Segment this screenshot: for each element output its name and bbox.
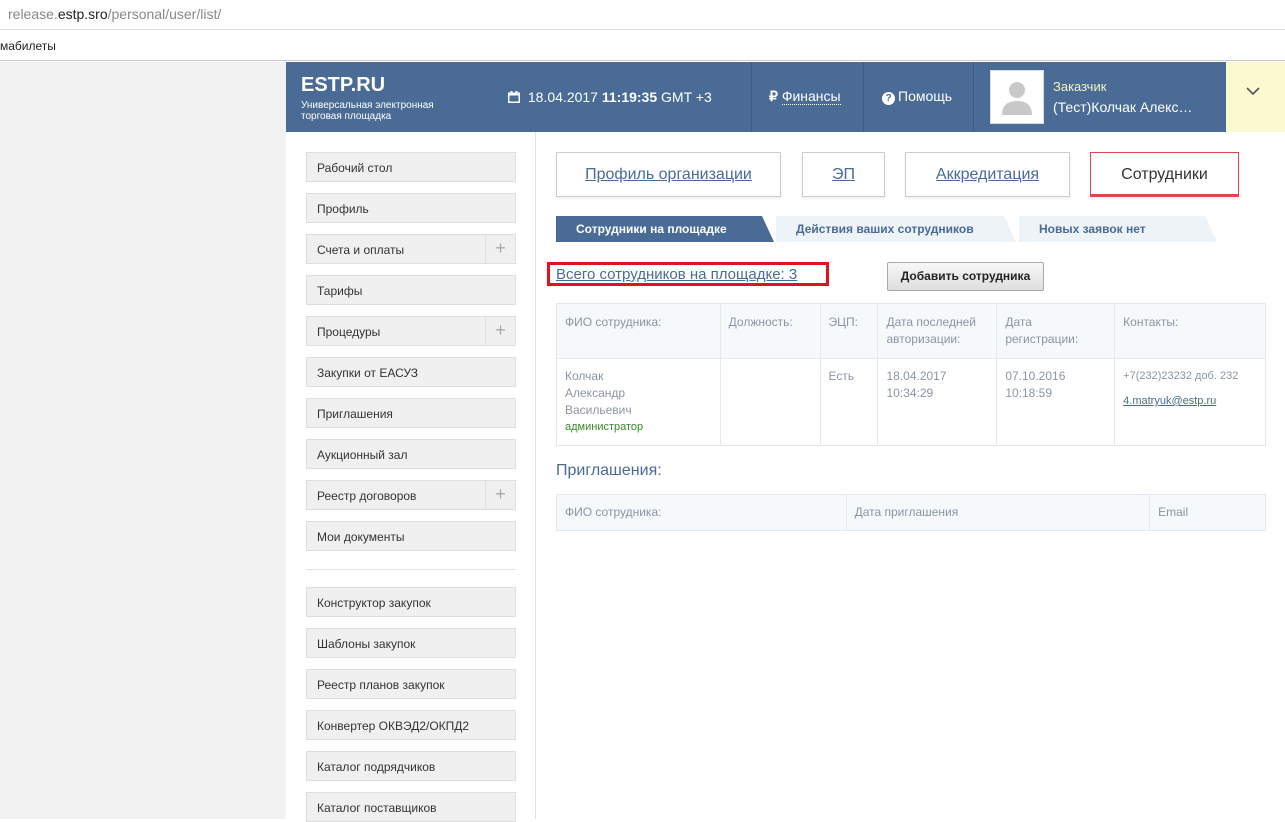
col-position: Должность: (719, 303, 821, 359)
url-text: release.estp.sro/personal/user/list/ (8, 6, 222, 22)
sidebar-item-suppliers-catalog[interactable]: Каталог поставщиков (306, 792, 516, 822)
table-row[interactable]: Колчак Александр Васильевич администрато… (556, 358, 1266, 446)
logo-title: ESTP.RU (301, 74, 386, 96)
expand-icon[interactable]: + (485, 235, 515, 263)
col-employee-name: ФИО сотрудника: (556, 494, 847, 531)
expand-icon[interactable]: + (485, 481, 515, 509)
sidebar-item-invitations[interactable]: Приглашения (306, 398, 516, 428)
site-logo[interactable]: ESTP.RU Универсальная электронная торгов… (301, 74, 461, 122)
tab-accreditation[interactable]: Аккредитация (905, 152, 1070, 197)
col-reg-date: Дата регистрации: (996, 303, 1116, 359)
sidebar-item-okved-converter[interactable]: Конвертер ОКВЭД2/ОКПД2 (306, 710, 516, 740)
employee-count-link[interactable]: Всего сотрудников на площадке: 3 (556, 266, 797, 283)
sidebar-item-auction-hall[interactable]: Аукционный зал (306, 439, 516, 469)
subtab-employees-on-platform[interactable]: Сотрудники на площадке (556, 216, 774, 242)
sidebar-item-my-documents[interactable]: Мои документы (306, 521, 516, 551)
ruble-icon: ₽ (769, 88, 778, 104)
tab-organization-profile[interactable]: Профиль организации (556, 152, 781, 197)
expand-icon[interactable]: + (485, 317, 515, 345)
subtab-employee-actions[interactable]: Действия ваших сотрудников (776, 216, 1016, 242)
sidebar-item-easuz-purchases[interactable]: Закупки от ЕАСУЗ (306, 357, 516, 387)
invitations-table: ФИО сотрудника: Дата приглашения Email (556, 494, 1266, 531)
col-employee-name: ФИО сотрудника: (556, 303, 721, 359)
cell-signature: Есть (819, 358, 879, 446)
col-signature: ЭЦП: (819, 303, 879, 359)
col-email: Email (1149, 494, 1266, 531)
user-name[interactable]: (Тест)Колчак Алекс… (1053, 99, 1192, 115)
col-invitation-date: Дата приглашения (845, 494, 1151, 531)
employee-phone: +7(232)23232 доб. 232 (1123, 370, 1239, 382)
header-divider (973, 62, 974, 132)
bookmark-item[interactable]: мабилеты (0, 39, 56, 53)
sidebar-item-dashboard[interactable]: Рабочий стол (306, 152, 516, 182)
bookmarks-bar: мабилеты (0, 31, 1285, 61)
add-employee-button[interactable]: Добавить сотрудника (887, 262, 1044, 291)
user-avatar-icon (1002, 82, 1032, 115)
cell-contacts: +7(232)23232 доб. 232 4.matryuk@estp.ru (1114, 358, 1266, 446)
finance-label: Финансы (781, 88, 841, 105)
tab-employees[interactable]: Сотрудники (1090, 152, 1239, 197)
sidebar-item-invoices[interactable]: Счета и оплаты + (306, 234, 516, 264)
chevron-down-icon (1246, 87, 1260, 96)
browser-address-bar[interactable]: release.estp.sro/personal/user/list/ (0, 0, 1285, 30)
finance-link[interactable]: ₽ Финансы (769, 88, 841, 105)
logo-subtitle: Универсальная электронная торговая площа… (301, 100, 434, 122)
calendar-icon (508, 91, 520, 103)
cell-position (719, 358, 821, 446)
sidebar-item-purchase-templates[interactable]: Шаблоны закупок (306, 628, 516, 658)
header-divider (863, 62, 864, 132)
cell-employee-name: Колчак Александр Васильевич администрато… (556, 358, 721, 446)
table-header-row: ФИО сотрудника: Дата приглашения Email (556, 494, 1266, 531)
server-datetime: 18.04.2017 11:19:35 GMT +3 (508, 89, 712, 105)
invitations-title: Приглашения: (556, 462, 662, 479)
sidebar: Рабочий стол Профиль Счета и оплаты + Тар… (286, 132, 536, 822)
user-menu-toggle[interactable] (1226, 62, 1285, 132)
employee-email-link[interactable]: 4.matryuk@estp.ru (1123, 393, 1257, 410)
tab-electronic-signature[interactable]: ЭП (802, 152, 885, 197)
sidebar-item-purchase-builder[interactable]: Конструктор закупок (306, 587, 516, 617)
question-icon: ? (882, 92, 895, 105)
sidebar-item-profile[interactable]: Профиль (306, 193, 516, 223)
avatar[interactable] (990, 70, 1044, 124)
sidebar-item-purchase-plans[interactable]: Реестр планов закупок (306, 669, 516, 699)
col-last-auth: Дата последней авторизации: (877, 303, 998, 359)
sidebar-item-tariffs[interactable]: Тарифы (306, 275, 516, 305)
site-header: ESTP.RU Универсальная электронная торгов… (286, 62, 1226, 132)
employee-role: администратор (565, 421, 644, 433)
sidebar-item-procedures[interactable]: Процедуры + (306, 316, 516, 346)
subtab-new-requests[interactable]: Новых заявок нет (1019, 216, 1217, 242)
cell-reg-date: 07.10.2016 10:18:59 (996, 358, 1116, 446)
user-role: Заказчик (1053, 79, 1107, 94)
help-link[interactable]: ? Помощь (882, 88, 952, 105)
sidebar-divider (306, 569, 516, 570)
header-divider (751, 62, 752, 132)
sidebar-item-contracts-registry[interactable]: Реестр договоров + (306, 480, 516, 510)
employee-count-highlight: Всего сотрудников на площадке: 3 (547, 262, 829, 286)
page-left-margin (0, 62, 286, 819)
col-contacts: Контакты: (1114, 303, 1266, 359)
sidebar-item-contractors-catalog[interactable]: Каталог подрядчиков (306, 751, 516, 781)
table-header-row: ФИО сотрудника: Должность: ЭЦП: Дата пос… (556, 303, 1266, 359)
employees-table: ФИО сотрудника: Должность: ЭЦП: Дата пос… (556, 303, 1266, 446)
cell-last-auth: 18.04.2017 10:34:29 (877, 358, 998, 446)
help-label: Помощь (898, 88, 953, 104)
